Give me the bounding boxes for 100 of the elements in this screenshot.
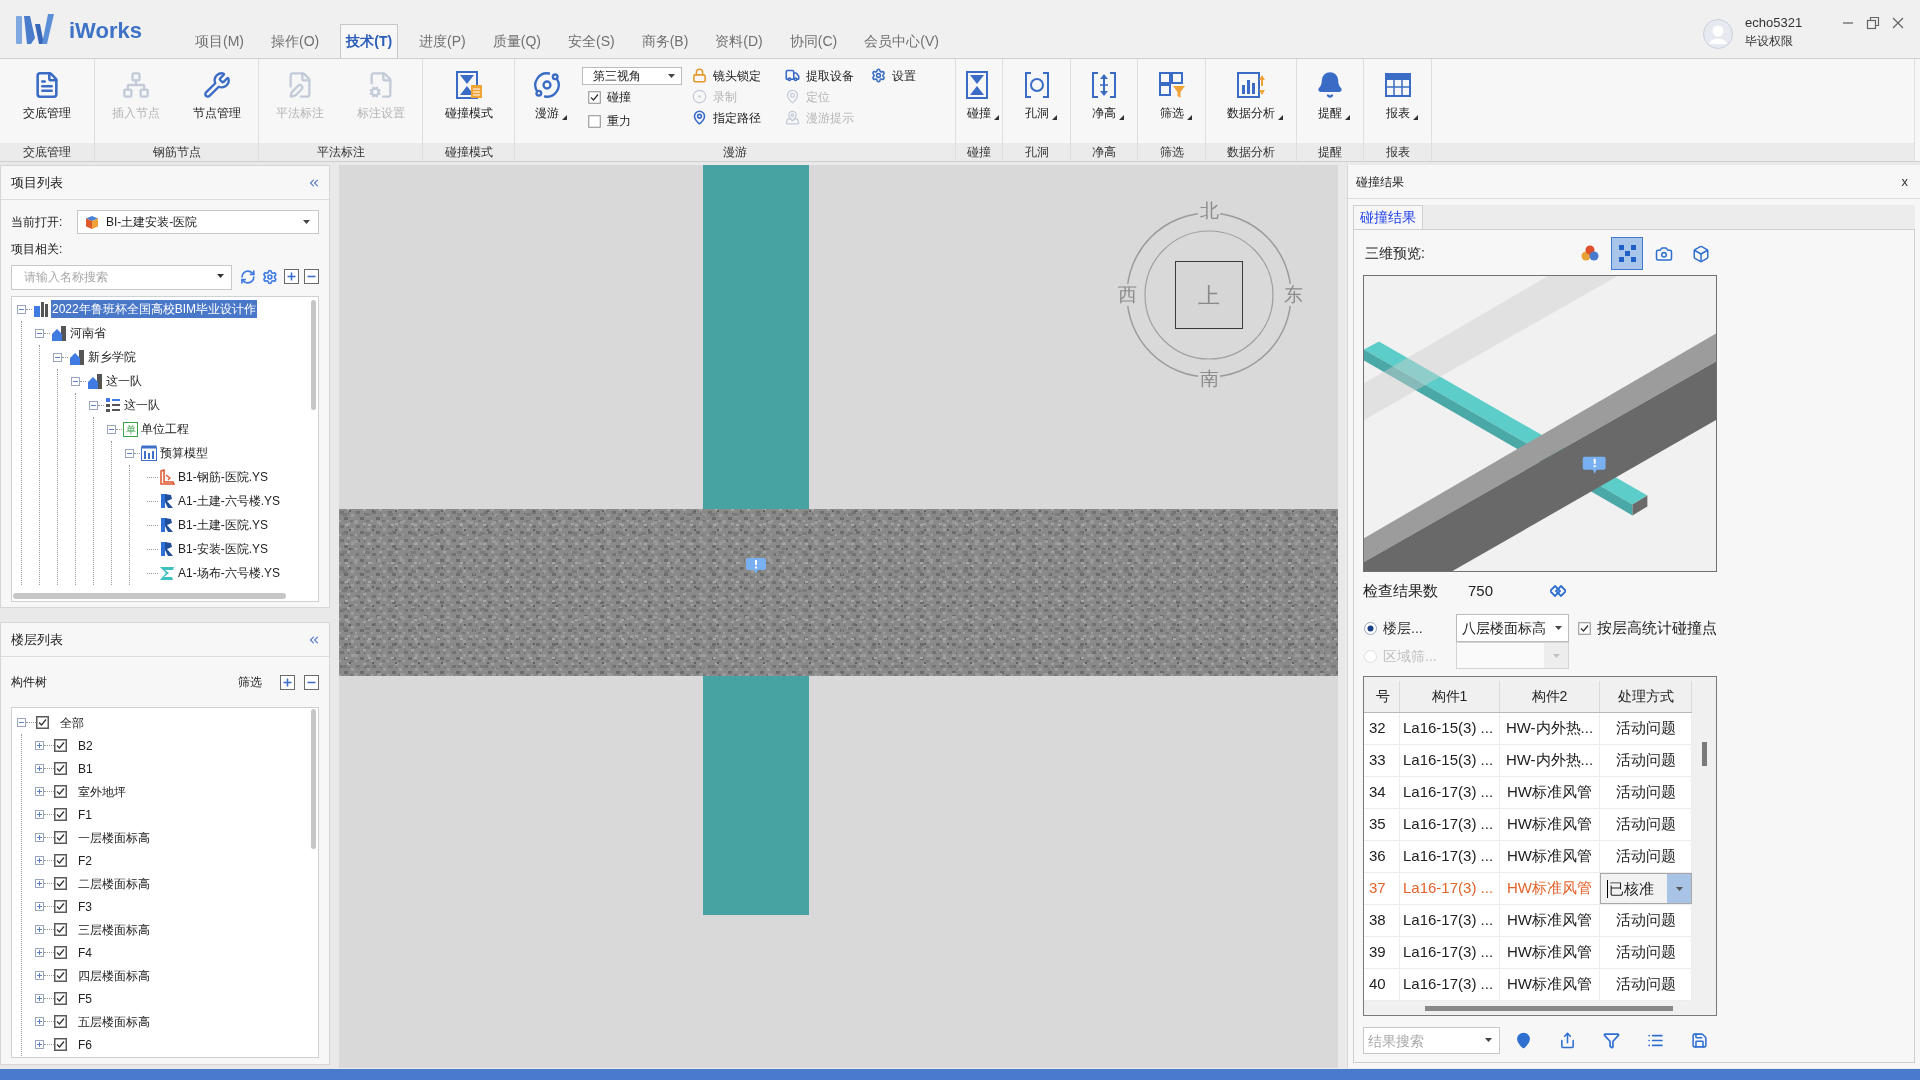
menu-tab[interactable]: 操作(O): [265, 24, 326, 58]
list-icon[interactable]: [1647, 1032, 1664, 1049]
restore-icon[interactable]: [1866, 16, 1880, 30]
menu-tab[interactable]: 商务(B): [635, 24, 695, 58]
radio-label[interactable]: 楼层...: [1383, 617, 1423, 639]
tree-item[interactable]: 四层楼面标高: [78, 966, 150, 985]
ribbon-button[interactable]: 节点管理: [190, 59, 245, 143]
tree-item[interactable]: B1: [78, 759, 93, 778]
plus-box-icon[interactable]: [35, 994, 44, 1003]
table-row[interactable]: 38 La16-17(3) ... HW标准风管 活动问题: [1364, 905, 1692, 937]
menu-tab[interactable]: 项目(M): [189, 24, 250, 58]
tree-item[interactable]: 单位工程: [140, 420, 190, 438]
plus-box-icon[interactable]: [35, 948, 44, 957]
minus-square-icon[interactable]: [304, 674, 319, 690]
status-dropdown[interactable]: 已核准: [1600, 873, 1692, 904]
checkbox[interactable]: [54, 969, 67, 982]
checkbox[interactable]: [54, 1038, 67, 1051]
checkbox[interactable]: [54, 762, 67, 775]
scrollbar-thumb[interactable]: [1425, 1005, 1673, 1011]
ribbon-button[interactable]: 提醒: [1307, 59, 1353, 143]
search-field[interactable]: 请输入名称搜索: [11, 264, 232, 290]
plus-box-icon[interactable]: [35, 971, 44, 980]
ribbon-button[interactable]: 设置: [871, 65, 916, 86]
tree-item[interactable]: F4: [78, 943, 92, 962]
checkbox[interactable]: [54, 946, 67, 959]
plus-box-icon[interactable]: [35, 856, 44, 865]
tree-item[interactable]: 预算模型: [159, 444, 209, 462]
tree-item[interactable]: F3: [78, 897, 92, 916]
search-field[interactable]: 结果搜索: [1363, 1027, 1500, 1054]
tree-item[interactable]: 河南省: [69, 324, 107, 342]
menu-tab[interactable]: 进度(P): [413, 24, 472, 58]
checkbox[interactable]: [54, 808, 67, 821]
ribbon-button[interactable]: 提取设备: [785, 65, 854, 86]
minus-square-icon[interactable]: [304, 269, 319, 284]
ribbon-button[interactable]: 孔洞: [1013, 59, 1060, 143]
menu-tab[interactable]: 安全(S): [562, 24, 621, 58]
checkbox[interactable]: [54, 877, 67, 890]
table-row[interactable]: 37 La16-17(3) ... HW标准风管 已核准: [1364, 873, 1692, 905]
filter-icon[interactable]: [1603, 1032, 1620, 1049]
map-pin-icon[interactable]: [1515, 1032, 1532, 1049]
column-header[interactable]: 处理方式: [1600, 681, 1692, 712]
close-icon[interactable]: [1891, 16, 1905, 30]
checkbox[interactable]: [54, 992, 67, 1005]
tree-item[interactable]: B1-钢筋-医院.YS: [177, 468, 269, 486]
share-icon[interactable]: [1559, 1032, 1576, 1049]
tree-item[interactable]: 三层楼面标高: [78, 920, 150, 939]
preview-viewport[interactable]: [1363, 275, 1717, 572]
menu-tab[interactable]: 资料(D): [709, 24, 769, 58]
plus-box-icon[interactable]: [35, 833, 44, 842]
minus-box-icon[interactable]: [17, 718, 26, 727]
collision-marker-icon[interactable]: [746, 558, 766, 574]
tree-item[interactable]: 这一队: [123, 396, 161, 414]
checkbox[interactable]: [36, 716, 49, 729]
ribbon-button[interactable]: 筛选: [1148, 59, 1195, 143]
tree-item[interactable]: F1: [78, 805, 92, 824]
refresh-icon[interactable]: [239, 268, 256, 285]
minus-box-icon[interactable]: [89, 400, 98, 410]
checkbox[interactable]: [54, 785, 67, 798]
checkbox[interactable]: [54, 923, 67, 936]
checkbox-label[interactable]: 重力: [607, 112, 631, 130]
collision-marker-icon[interactable]: [1582, 456, 1606, 474]
checkbox[interactable]: [588, 114, 601, 128]
minus-box-icon[interactable]: [125, 448, 134, 458]
tree-item[interactable]: 2022年鲁班杯全国高校BIM毕业设计作: [51, 300, 258, 318]
tree-item[interactable]: 一层楼面标高: [78, 828, 150, 847]
minus-box-icon[interactable]: [107, 424, 116, 434]
radio-button[interactable]: [1364, 621, 1377, 635]
minus-box-icon[interactable]: [71, 376, 80, 386]
minus-box-icon[interactable]: [17, 304, 26, 314]
scrollbar-thumb[interactable]: [310, 709, 316, 849]
ribbon-button[interactable]: 漫游: [523, 59, 570, 143]
settings-icon[interactable]: [262, 268, 278, 285]
tree-item[interactable]: 室外地坪: [78, 782, 126, 801]
checkbox[interactable]: [54, 854, 67, 867]
ribbon-button[interactable]: 净高: [1081, 59, 1127, 143]
diamond-arrows-icon[interactable]: [1550, 585, 1566, 597]
table-row[interactable]: 32 La16-15(3) ... HW-内外热... 活动问题: [1364, 713, 1692, 745]
plus-box-icon[interactable]: [35, 1017, 44, 1026]
checkbox[interactable]: [54, 739, 67, 752]
menu-tab[interactable]: 协同(C): [783, 24, 844, 58]
save-icon[interactable]: [1691, 1032, 1708, 1049]
table-row[interactable]: 33 La16-15(3) ... HW-内外热... 活动问题: [1364, 745, 1692, 777]
column-header[interactable]: 号: [1364, 681, 1400, 712]
ribbon-button[interactable]: 碰撞: [956, 59, 1002, 143]
plus-box-icon[interactable]: [35, 1040, 44, 1049]
table-row[interactable]: 40 La16-17(3) ... HW标准风管 活动问题: [1364, 969, 1692, 1001]
menu-tab[interactable]: 会员中心(V): [858, 24, 945, 58]
checkbox[interactable]: [54, 1015, 67, 1028]
checkbox[interactable]: [54, 900, 67, 913]
checkbox-label[interactable]: 碰撞: [607, 88, 631, 106]
plus-box-icon[interactable]: [35, 741, 44, 750]
checkbox[interactable]: [588, 90, 601, 104]
close-button[interactable]: x: [1901, 171, 1908, 192]
ribbon-button[interactable]: 数据分析: [1216, 59, 1286, 143]
filter-button[interactable]: 筛选: [238, 673, 262, 691]
menu-tab[interactable]: 技术(T): [340, 24, 399, 58]
checkbox[interactable]: [1578, 621, 1591, 635]
tree-item[interactable]: B1-土建-医院.YS: [177, 516, 269, 534]
plus-square-icon[interactable]: [280, 674, 295, 690]
menu-tab[interactable]: 质量(Q): [486, 24, 547, 58]
